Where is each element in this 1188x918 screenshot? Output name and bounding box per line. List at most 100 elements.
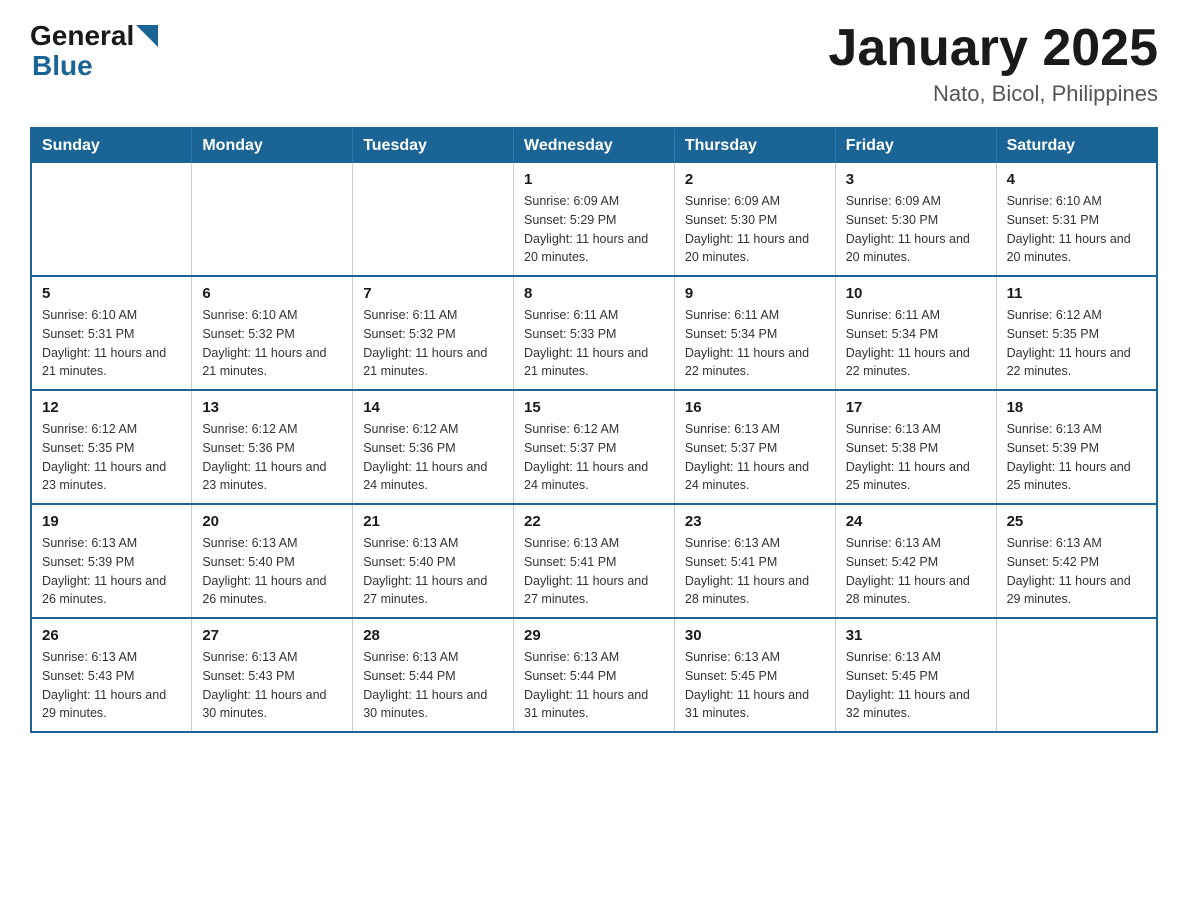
calendar-table: SundayMondayTuesdayWednesdayThursdayFrid… [30, 127, 1158, 733]
calendar-week-row: 12Sunrise: 6:12 AMSunset: 5:35 PMDayligh… [31, 390, 1157, 504]
day-number: 7 [363, 285, 503, 302]
day-number: 29 [524, 627, 664, 644]
day-info: Sunrise: 6:13 AMSunset: 5:39 PMDaylight:… [1007, 420, 1146, 495]
day-info: Sunrise: 6:13 AMSunset: 5:42 PMDaylight:… [1007, 534, 1146, 609]
calendar-week-row: 1Sunrise: 6:09 AMSunset: 5:29 PMDaylight… [31, 163, 1157, 276]
day-number: 16 [685, 399, 825, 416]
day-number: 25 [1007, 513, 1146, 530]
day-info: Sunrise: 6:13 AMSunset: 5:43 PMDaylight:… [202, 648, 342, 723]
calendar-day-30: 30 Sunrise: 6:13 AMSunset: 5:45 PMDayligh… [674, 618, 835, 732]
header: General Blue January 2025 Nato, Bicol, P… [30, 20, 1158, 107]
day-number: 27 [202, 627, 342, 644]
day-info: Sunrise: 6:13 AMSunset: 5:45 PMDaylight:… [685, 648, 825, 723]
calendar-empty-cell [31, 163, 192, 276]
calendar-day-22: 22 Sunrise: 6:13 AMSunset: 5:41 PMDayligh… [514, 504, 675, 618]
calendar-day-21: 21 Sunrise: 6:13 AMSunset: 5:40 PMDayligh… [353, 504, 514, 618]
calendar-day-20: 20 Sunrise: 6:13 AMSunset: 5:40 PMDayligh… [192, 504, 353, 618]
weekday-header-sunday: Sunday [31, 128, 192, 163]
logo: General Blue [30, 20, 158, 82]
day-number: 13 [202, 399, 342, 416]
calendar-day-25: 25 Sunrise: 6:13 AMSunset: 5:42 PMDayligh… [996, 504, 1157, 618]
day-info: Sunrise: 6:10 AMSunset: 5:31 PMDaylight:… [1007, 192, 1146, 267]
calendar-day-15: 15Sunrise: 6:12 AMSunset: 5:37 PMDayligh… [514, 390, 675, 504]
day-number: 26 [42, 627, 181, 644]
day-info: Sunrise: 6:09 AMSunset: 5:29 PMDaylight:… [524, 192, 664, 267]
calendar-day-4: 4 Sunrise: 6:10 AMSunset: 5:31 PMDaylight… [996, 163, 1157, 276]
weekday-header-monday: Monday [192, 128, 353, 163]
calendar-day-7: 7 Sunrise: 6:11 AMSunset: 5:32 PMDaylight… [353, 276, 514, 390]
logo-general-text: General [30, 20, 134, 52]
day-number: 24 [846, 513, 986, 530]
calendar-day-27: 27 Sunrise: 6:13 AMSunset: 5:43 PMDayligh… [192, 618, 353, 732]
calendar-day-3: 3Sunrise: 6:09 AMSunset: 5:30 PMDaylight… [835, 163, 996, 276]
day-number: 21 [363, 513, 503, 530]
logo-blue-text: Blue [32, 50, 93, 81]
calendar-day-5: 5 Sunrise: 6:10 AMSunset: 5:31 PMDaylight… [31, 276, 192, 390]
calendar-empty-cell [353, 163, 514, 276]
day-info: Sunrise: 6:13 AMSunset: 5:43 PMDaylight:… [42, 648, 181, 723]
day-number: 2 [685, 171, 825, 188]
day-number: 23 [685, 513, 825, 530]
day-info: Sunrise: 6:12 AMSunset: 5:35 PMDaylight:… [1007, 306, 1146, 381]
day-info: Sunrise: 6:11 AMSunset: 5:34 PMDaylight:… [685, 306, 825, 381]
calendar-week-row: 19 Sunrise: 6:13 AMSunset: 5:39 PMDayligh… [31, 504, 1157, 618]
calendar-week-row: 5 Sunrise: 6:10 AMSunset: 5:31 PMDaylight… [31, 276, 1157, 390]
day-info: Sunrise: 6:12 AMSunset: 5:36 PMDaylight:… [202, 420, 342, 495]
weekday-header-saturday: Saturday [996, 128, 1157, 163]
calendar-week-row: 26 Sunrise: 6:13 AMSunset: 5:43 PMDayligh… [31, 618, 1157, 732]
day-info: Sunrise: 6:13 AMSunset: 5:41 PMDaylight:… [685, 534, 825, 609]
weekday-header-wednesday: Wednesday [514, 128, 675, 163]
calendar-day-12: 12Sunrise: 6:12 AMSunset: 5:35 PMDayligh… [31, 390, 192, 504]
calendar-day-26: 26 Sunrise: 6:13 AMSunset: 5:43 PMDayligh… [31, 618, 192, 732]
calendar-day-19: 19 Sunrise: 6:13 AMSunset: 5:39 PMDayligh… [31, 504, 192, 618]
calendar-day-9: 9Sunrise: 6:11 AMSunset: 5:34 PMDaylight… [674, 276, 835, 390]
day-number: 18 [1007, 399, 1146, 416]
title-area: January 2025 Nato, Bicol, Philippines [828, 20, 1158, 107]
day-info: Sunrise: 6:13 AMSunset: 5:42 PMDaylight:… [846, 534, 986, 609]
calendar-day-31: 31 Sunrise: 6:13 AMSunset: 5:45 PMDayligh… [835, 618, 996, 732]
day-info: Sunrise: 6:13 AMSunset: 5:41 PMDaylight:… [524, 534, 664, 609]
day-number: 30 [685, 627, 825, 644]
day-number: 5 [42, 285, 181, 302]
calendar-day-16: 16 Sunrise: 6:13 AMSunset: 5:37 PMDayligh… [674, 390, 835, 504]
weekday-header-tuesday: Tuesday [353, 128, 514, 163]
day-number: 22 [524, 513, 664, 530]
day-number: 20 [202, 513, 342, 530]
day-number: 8 [524, 285, 664, 302]
day-info: Sunrise: 6:13 AMSunset: 5:45 PMDaylight:… [846, 648, 986, 723]
weekday-header-row: SundayMondayTuesdayWednesdayThursdayFrid… [31, 128, 1157, 163]
calendar-day-2: 2 Sunrise: 6:09 AMSunset: 5:30 PMDaylight… [674, 163, 835, 276]
day-info: Sunrise: 6:13 AMSunset: 5:44 PMDaylight:… [363, 648, 503, 723]
weekday-header-thursday: Thursday [674, 128, 835, 163]
calendar-day-13: 13 Sunrise: 6:12 AMSunset: 5:36 PMDayligh… [192, 390, 353, 504]
calendar-empty-cell [996, 618, 1157, 732]
day-info: Sunrise: 6:09 AMSunset: 5:30 PMDaylight:… [685, 192, 825, 267]
calendar-day-17: 17 Sunrise: 6:13 AMSunset: 5:38 PMDayligh… [835, 390, 996, 504]
day-info: Sunrise: 6:12 AMSunset: 5:35 PMDaylight:… [42, 420, 181, 495]
day-info: Sunrise: 6:13 AMSunset: 5:38 PMDaylight:… [846, 420, 986, 495]
weekday-header-friday: Friday [835, 128, 996, 163]
day-number: 17 [846, 399, 986, 416]
day-info: Sunrise: 6:13 AMSunset: 5:40 PMDaylight:… [202, 534, 342, 609]
day-info: Sunrise: 6:11 AMSunset: 5:34 PMDaylight:… [846, 306, 986, 381]
day-number: 19 [42, 513, 181, 530]
day-info: Sunrise: 6:10 AMSunset: 5:32 PMDaylight:… [202, 306, 342, 381]
calendar-day-8: 8 Sunrise: 6:11 AMSunset: 5:33 PMDaylight… [514, 276, 675, 390]
day-info: Sunrise: 6:13 AMSunset: 5:37 PMDaylight:… [685, 420, 825, 495]
day-info: Sunrise: 6:11 AMSunset: 5:33 PMDaylight:… [524, 306, 664, 381]
day-number: 28 [363, 627, 503, 644]
day-number: 31 [846, 627, 986, 644]
location-subtitle: Nato, Bicol, Philippines [828, 81, 1158, 107]
day-info: Sunrise: 6:11 AMSunset: 5:32 PMDaylight:… [363, 306, 503, 381]
day-info: Sunrise: 6:13 AMSunset: 5:39 PMDaylight:… [42, 534, 181, 609]
day-info: Sunrise: 6:10 AMSunset: 5:31 PMDaylight:… [42, 306, 181, 381]
day-number: 10 [846, 285, 986, 302]
day-number: 4 [1007, 171, 1146, 188]
calendar-day-6: 6Sunrise: 6:10 AMSunset: 5:32 PMDaylight… [192, 276, 353, 390]
day-number: 14 [363, 399, 503, 416]
day-info: Sunrise: 6:13 AMSunset: 5:40 PMDaylight:… [363, 534, 503, 609]
calendar-day-29: 29Sunrise: 6:13 AMSunset: 5:44 PMDayligh… [514, 618, 675, 732]
calendar-day-18: 18 Sunrise: 6:13 AMSunset: 5:39 PMDayligh… [996, 390, 1157, 504]
day-number: 3 [846, 171, 986, 188]
calendar-day-10: 10 Sunrise: 6:11 AMSunset: 5:34 PMDayligh… [835, 276, 996, 390]
